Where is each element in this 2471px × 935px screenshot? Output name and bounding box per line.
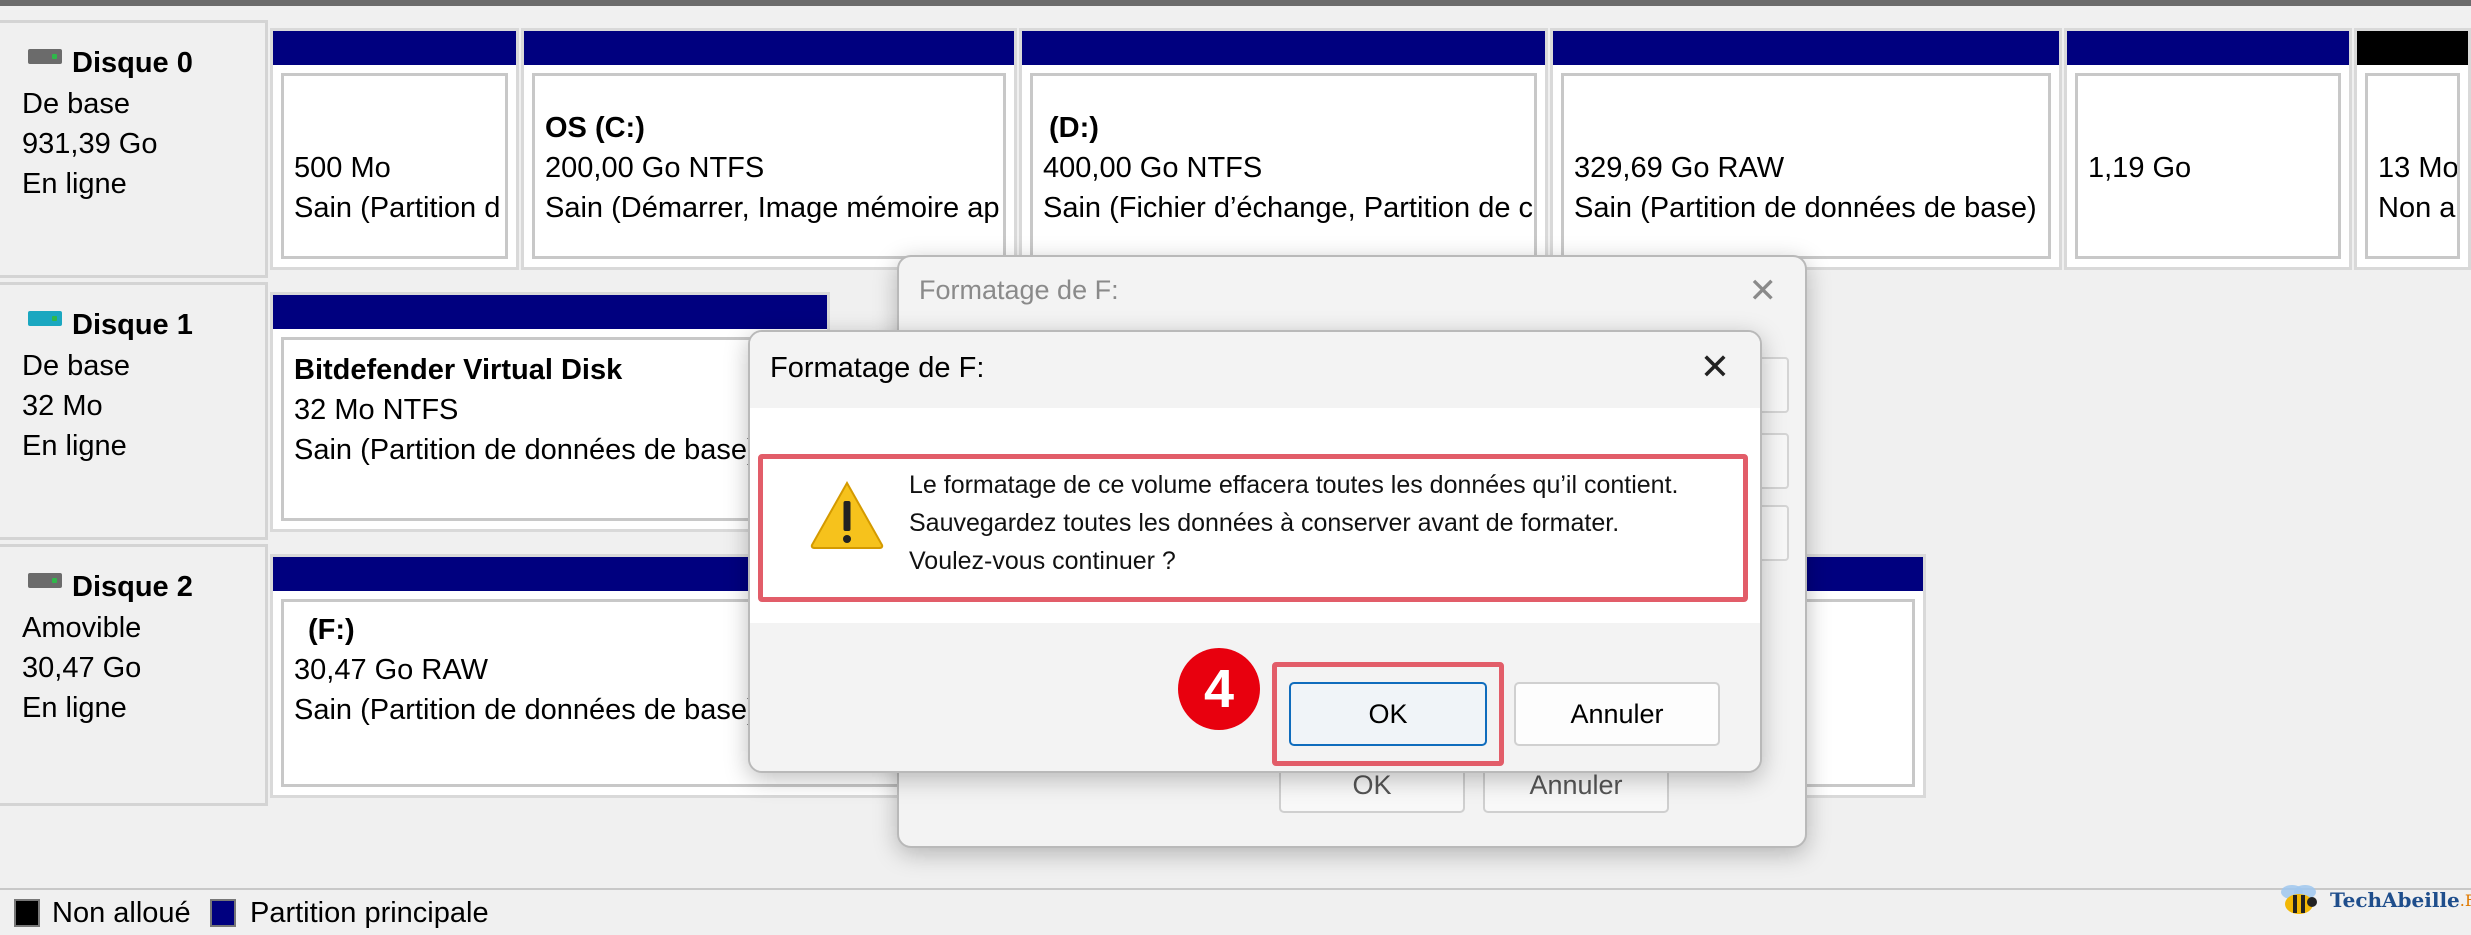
partition-size: 500 Mo	[294, 152, 391, 184]
disk-0-size: 931,39 Go	[22, 128, 158, 160]
partition-raw-329[interactable]: 329,69 Go RAW Sain (Partition de données…	[1550, 28, 2062, 270]
partition-label: (D:)	[1049, 112, 1099, 144]
legend-primary-label: Partition principale	[250, 897, 489, 929]
partition-size: 400,00 Go NTFS	[1043, 152, 1263, 184]
back-dialog-title: Formatage de F:	[919, 275, 1119, 305]
partition-500mo[interactable]: 500 Mo Sain (Partition d	[270, 28, 519, 270]
step-marker: 4	[1178, 648, 1260, 730]
brand-name: TechAbeille	[2330, 888, 2460, 912]
ok-button[interactable]: OK	[1289, 682, 1487, 746]
partition-size: 32 Mo NTFS	[294, 394, 459, 426]
back-close-icon[interactable]: ✕	[1749, 271, 1778, 311]
warning-message-box: Le formatage de ce volume effacera toute…	[758, 454, 1748, 602]
brand-watermark: TechAbeille .FR	[2274, 880, 2471, 920]
disk-2-size: 30,47 Go	[22, 652, 142, 684]
disk-1-label[interactable]: Disque 1 De base 32 Mo En ligne	[0, 282, 268, 540]
message-line-1: Le formatage de ce volume effacera toute…	[909, 471, 1679, 499]
cancel-button[interactable]: Annuler	[1514, 682, 1720, 746]
disk-0-type: De base	[22, 88, 131, 120]
partition-size: 200,00 Go NTFS	[545, 152, 765, 184]
dialog-header: Formatage de F: ✕	[750, 332, 1760, 408]
warning-icon	[810, 480, 884, 549]
partition-label: OS (C:)	[545, 112, 645, 144]
legend-primary-swatch	[210, 899, 236, 927]
partition-size: 1,19 Go	[2088, 152, 2192, 184]
partition-status: Sain (Fichier d’échange, Partition de c	[1043, 192, 1534, 224]
close-icon[interactable]: ✕	[1700, 346, 1730, 388]
partition-size: 13 Mo	[2378, 152, 2459, 184]
hard-drive-icon	[28, 49, 62, 64]
disk-0-status: En ligne	[22, 168, 127, 200]
disk-1-size: 32 Mo	[22, 390, 103, 422]
disk-1-status: En ligne	[22, 430, 127, 462]
partition-status: Sain (Démarrer, Image mémoire ap	[545, 192, 1000, 224]
top-border	[0, 0, 2471, 6]
unallocated-bar	[2357, 31, 2468, 65]
partition-size: 329,69 Go RAW	[1574, 152, 1785, 184]
partition-bar	[524, 31, 1014, 65]
disk-2-type: Amovible	[22, 612, 142, 644]
bee-icon	[2281, 885, 2317, 914]
legend: Non alloué Partition principale	[0, 888, 2471, 935]
legend-unallocated-swatch	[14, 899, 40, 927]
unallocated-13mo[interactable]: 13 Mo Non a	[2354, 28, 2471, 270]
partition-status: Non a	[2378, 192, 2456, 224]
partition-d[interactable]: (D:) 400,00 Go NTFS Sain (Fichier d’écha…	[1019, 28, 1548, 270]
message-line-3: Voulez-vous continuer ?	[909, 547, 1176, 575]
removable-drive-icon	[28, 573, 62, 588]
partition-label: Bitdefender Virtual Disk	[294, 354, 623, 386]
partition-size: 30,47 Go RAW	[294, 650, 494, 690]
partition-status: Sain (Partition de données de base)	[294, 434, 757, 466]
partition-1-19go[interactable]: 1,19 Go	[2064, 28, 2352, 270]
disk-2-label[interactable]: Disque 2 Amovible 30,47 Go En ligne	[0, 544, 268, 806]
disk-1-type: De base	[22, 350, 131, 382]
virtual-disk-icon	[28, 311, 62, 326]
disk-2-status: En ligne	[22, 692, 127, 724]
partition-bar	[273, 295, 827, 329]
partition-bar	[1022, 31, 1545, 65]
disk-0-partitions: 500 Mo Sain (Partition d OS (C:) 200,00 …	[268, 20, 2471, 278]
brand-suffix: .FR	[2459, 890, 2471, 910]
partition-status: Sain (Partition d	[294, 192, 501, 224]
dialog-title: Formatage de F:	[770, 352, 985, 384]
partition-bar	[2067, 31, 2349, 65]
disk-0-name: Disque 0	[72, 47, 193, 79]
legend-unallocated-label: Non alloué	[52, 897, 191, 929]
message-line-2: Sauvegardez toutes les données à conserv…	[909, 509, 1620, 537]
partition-bar	[273, 31, 516, 65]
disk-1-name: Disque 1	[72, 309, 193, 341]
partition-bitdefender[interactable]: Bitdefender Virtual Disk 32 Mo NTFS Sain…	[270, 292, 830, 532]
partition-bar	[1553, 31, 2059, 65]
partition-os-c[interactable]: OS (C:) 200,00 Go NTFS Sain (Démarrer, I…	[521, 28, 1017, 270]
partition-status: Sain (Partition de données de base)	[294, 690, 763, 730]
partition-status: Sain (Partition de données de base)	[1574, 192, 2037, 224]
partition-label: (F:)	[304, 610, 359, 650]
disk-2-name: Disque 2	[72, 571, 193, 603]
disk-0-label[interactable]: Disque 0 De base 931,39 Go En ligne	[0, 20, 268, 278]
